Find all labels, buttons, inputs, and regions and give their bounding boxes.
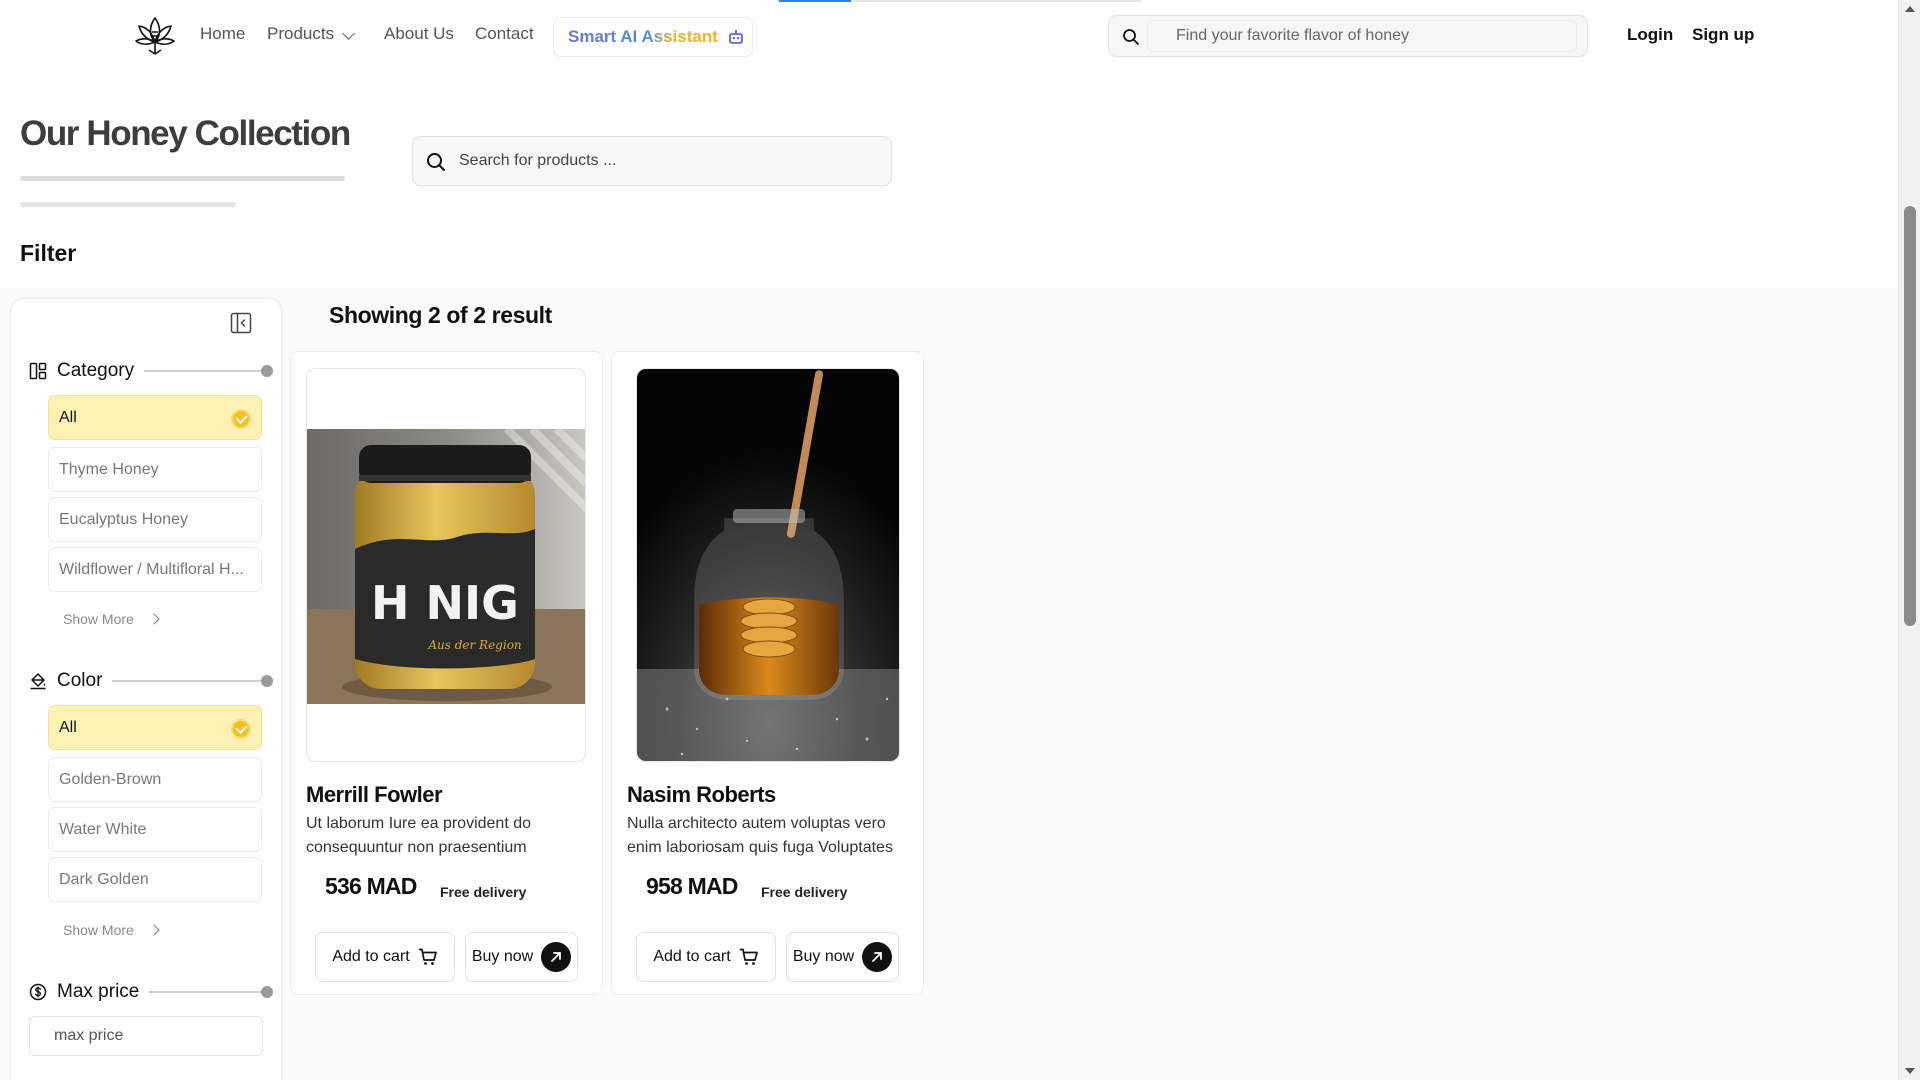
scrollbar-thumb[interactable]: [1904, 206, 1916, 626]
jar-label-text: H NIG: [371, 576, 519, 630]
buy-now-label: Buy now: [471, 948, 534, 965]
delivery-badge: Free delivery: [440, 884, 527, 900]
max-price-input[interactable]: [29, 1016, 263, 1056]
top-navbar: Home Products About Us Contact Smart AI …: [0, 0, 1898, 72]
category-option-label: Wildflower / Multifloral H...: [59, 560, 244, 578]
sidebar-collapse-icon[interactable]: [229, 311, 253, 335]
product-image-honig-jar[interactable]: H NIG Aus der Region: [306, 368, 586, 762]
buy-now-button[interactable]: Buy now: [465, 932, 578, 982]
add-to-cart-button[interactable]: Add to cart: [315, 932, 455, 982]
category-option-label: All: [59, 408, 77, 426]
buy-now-button[interactable]: Buy now: [786, 932, 899, 982]
product-card[interactable]: H NIG Aus der Region Merrill Fowler Ut l…: [290, 351, 603, 995]
add-to-cart-label: Add to cart: [332, 948, 410, 965]
show-more-label: Show More: [63, 611, 134, 627]
scroll-down-arrow-icon[interactable]: [1905, 1068, 1915, 1074]
dollar-circle-icon: [29, 983, 47, 1001]
max-price-label: Max price: [57, 981, 140, 1002]
category-option-label: Thyme Honey: [59, 460, 159, 478]
product-name[interactable]: Nasim Roberts: [627, 782, 776, 808]
color-option-label: Dark Golden: [59, 870, 149, 888]
product-price: 958 MAD: [646, 873, 738, 899]
paint-bucket-icon: [30, 673, 46, 690]
category-show-more-button[interactable]: Show More: [63, 611, 160, 627]
product-name[interactable]: Merrill Fowler: [306, 782, 443, 808]
product-description: Nulla architecto autem voluptas vero eni…: [627, 815, 893, 856]
product-card[interactable]: Nasim Roberts Nulla architecto autem vol…: [611, 351, 924, 995]
buy-now-label: Buy now: [792, 948, 855, 965]
delivery-badge: Free delivery: [761, 884, 848, 900]
filter-heading: Filter: [20, 240, 77, 266]
max-price-divider: [149, 986, 273, 998]
category-label: Category: [57, 360, 135, 381]
category-option-wildflower-honey[interactable]: Wildflower / Multifloral H...: [48, 547, 262, 592]
nav-search-input[interactable]: [1147, 20, 1577, 52]
nav-link-home[interactable]: Home: [200, 24, 245, 44]
check-circle-icon: [231, 719, 251, 739]
product-description: Ut laborum Iure ea provident do consequu…: [306, 815, 532, 856]
chevron-right-icon: [148, 613, 160, 625]
color-option-label: Water White: [59, 820, 147, 838]
product-price: 536 MAD: [325, 873, 417, 899]
add-to-cart-label: Add to cart: [653, 948, 731, 965]
max-price-section-header: Max price: [29, 981, 273, 1003]
color-option-label: All: [59, 718, 77, 736]
category-option-all[interactable]: All: [48, 395, 262, 440]
product-search-input[interactable]: [459, 147, 879, 175]
product-search-bar: [412, 136, 892, 186]
category-section-header: Category: [29, 360, 273, 382]
color-show-more-button[interactable]: Show More: [63, 922, 160, 938]
category-divider: [144, 365, 273, 377]
nav-link-contact[interactable]: Contact: [475, 24, 534, 44]
color-option-water-white[interactable]: Water White: [48, 807, 262, 852]
color-divider: [112, 675, 273, 687]
color-option-all[interactable]: All: [48, 705, 262, 750]
cart-icon: [739, 948, 758, 965]
color-option-dark-golden[interactable]: Dark Golden: [48, 857, 262, 902]
nav-link-products[interactable]: Products: [267, 24, 334, 44]
search-icon: [427, 153, 445, 171]
nav-search-bar: [1108, 15, 1588, 57]
filter-sidebar: Category All Thyme Honey Eucalyptus Hone…: [10, 298, 282, 1080]
jar-sublabel-text: Aus der Region: [427, 638, 521, 652]
show-more-label: Show More: [63, 922, 134, 938]
nav-link-about[interactable]: About Us: [384, 24, 454, 44]
layout-grid-icon: [29, 362, 47, 380]
category-option-thyme-honey[interactable]: Thyme Honey: [48, 447, 262, 492]
page-title: Our Honey Collection: [20, 114, 351, 153]
scroll-progress-fill: [779, 0, 852, 2]
robot-icon: [729, 30, 743, 44]
check-circle-icon: [231, 409, 251, 429]
color-label: Color: [57, 670, 103, 691]
cart-icon: [418, 948, 437, 965]
ai-button-label: Smart AI Assistant: [568, 27, 718, 46]
category-option-eucalyptus-honey[interactable]: Eucalyptus Honey: [48, 497, 262, 542]
login-link[interactable]: Login: [1627, 25, 1673, 45]
product-image-honey-dipper-jar[interactable]: [636, 368, 900, 762]
add-to-cart-button[interactable]: Add to cart: [636, 932, 776, 982]
page-scrollbar[interactable]: [1898, 0, 1920, 1080]
scroll-up-arrow-icon[interactable]: [1905, 6, 1915, 12]
chevron-right-icon: [148, 924, 160, 936]
chevron-down-icon[interactable]: [342, 27, 355, 40]
signup-link[interactable]: Sign up: [1692, 25, 1754, 45]
category-option-label: Eucalyptus Honey: [59, 510, 188, 528]
results-count-heading: Showing 2 of 2 result: [329, 302, 552, 328]
color-section-header: Color: [29, 670, 273, 692]
main-content-area: [0, 288, 1898, 1080]
color-option-golden-brown[interactable]: Golden-Brown: [48, 757, 262, 802]
lotus-logo-icon[interactable]: [132, 12, 178, 58]
arrow-up-right-icon: [541, 942, 572, 972]
arrow-up-right-icon: [862, 942, 893, 972]
color-option-label: Golden-Brown: [59, 770, 162, 788]
title-underline: [20, 176, 345, 181]
scroll-progress-bar: [779, 0, 1141, 2]
search-icon[interactable]: [1122, 28, 1140, 46]
smart-ai-assistant-button[interactable]: Smart AI Assistant: [553, 17, 753, 57]
title-underline-secondary: [20, 202, 236, 207]
